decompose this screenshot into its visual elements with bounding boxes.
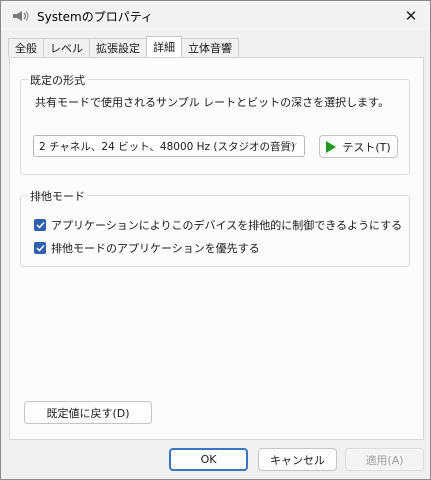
test-button-label: テスト(T) (342, 140, 391, 154)
default-format-group: 既定の形式 共有モードで使用されるサンプル レートとビットの深さを選択します。 … (20, 72, 410, 175)
allow-exclusive-label: アプリケーションによりこのデバイスを排他的に制御できるようにする (51, 219, 403, 232)
close-button[interactable]: ✕ (398, 4, 424, 28)
checkbox-checked-icon (34, 242, 46, 254)
apply-button[interactable]: 適用(A) (345, 448, 424, 471)
exclusive-priority-label: 排他モードのアプリケーションを優先する (51, 242, 260, 255)
tab-general[interactable]: 全般 (8, 38, 44, 57)
properties-dialog: Systemのプロパティ ✕ 全般 レベル 拡張設定 詳細 立体音響 既定の形式… (0, 0, 431, 480)
window-title: Systemのプロパティ (37, 10, 154, 24)
cancel-button[interactable]: キャンセル (258, 448, 337, 471)
tab-spatial-sound[interactable]: 立体音響 (181, 38, 239, 57)
test-button[interactable]: テスト(T) (319, 135, 398, 158)
format-select-value: 2 チャネル、24 ビット、48000 Hz (スタジオの音質) (39, 140, 296, 153)
exclusive-mode-group: 排他モード アプリケーションによりこのデバイスを排他的に制御できるようにする 排… (20, 188, 410, 267)
close-icon: ✕ (404, 7, 418, 25)
exclusive-priority-checkbox[interactable]: 排他モードのアプリケーションを優先する (34, 240, 260, 256)
tab-panel: 既定の形式 共有モードで使用されるサンプル レートとビットの深さを選択します。 … (9, 57, 424, 440)
default-format-description: 共有モードで使用されるサンプル レートとビットの深さを選択します。 (35, 96, 390, 109)
title-bar: Systemのプロパティ ✕ (1, 1, 430, 31)
restore-defaults-button[interactable]: 既定値に戻す(D) (24, 401, 152, 424)
default-format-label: 既定の形式 (28, 72, 87, 88)
tab-levels[interactable]: レベル (43, 38, 90, 57)
play-icon (326, 140, 337, 153)
speaker-icon (13, 11, 29, 21)
chevron-down-icon: ⌵ (289, 139, 297, 150)
allow-exclusive-checkbox[interactable]: アプリケーションによりこのデバイスを排他的に制御できるようにする (34, 217, 402, 233)
tab-enhancements[interactable]: 拡張設定 (89, 38, 147, 57)
ok-button[interactable]: OK (169, 448, 248, 471)
exclusive-mode-label: 排他モード (28, 188, 87, 204)
format-select[interactable]: 2 チャネル、24 ビット、48000 Hz (スタジオの音質) ⌵ (33, 135, 305, 157)
tab-strip: 全般 レベル 拡張設定 詳細 立体音響 (8, 36, 239, 58)
checkbox-checked-icon (34, 219, 46, 231)
tab-advanced[interactable]: 詳細 (146, 36, 182, 57)
